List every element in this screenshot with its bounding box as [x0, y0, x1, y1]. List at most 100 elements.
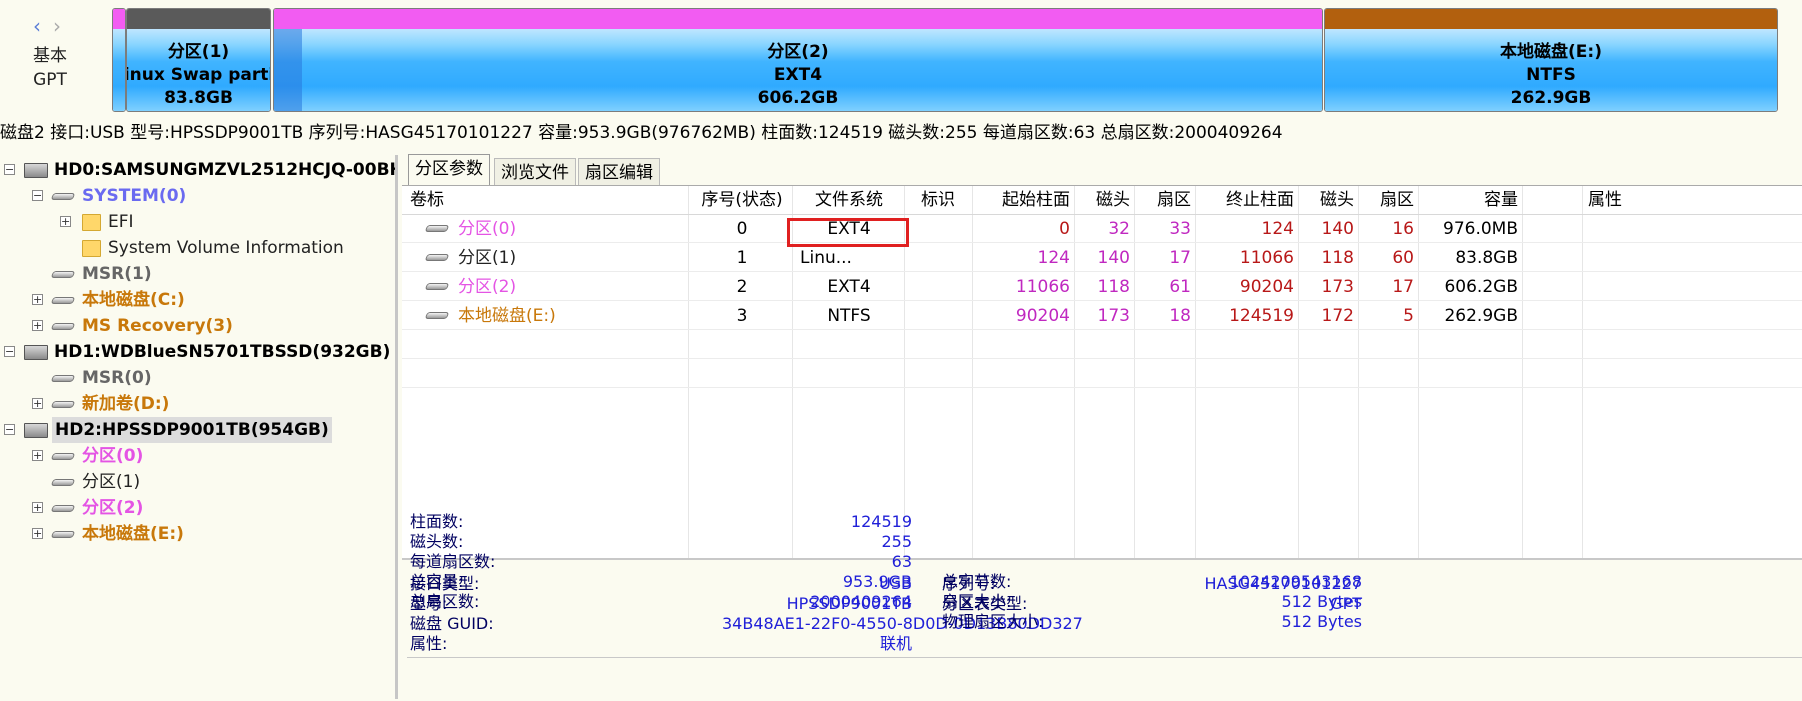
cell-start-sector: 33	[1169, 219, 1191, 239]
detail-value-total-capacity: 953.9GB	[842, 572, 912, 591]
detail-value-sector-size: 512 Bytes	[1281, 592, 1362, 611]
column-header-attributes[interactable]: 属性	[1588, 186, 1622, 214]
forward-arrow-icon[interactable]: ›	[48, 14, 68, 38]
cell-end-sector: 17	[1392, 277, 1414, 297]
tree-label: 分区(1)	[82, 472, 141, 492]
volume-icon	[50, 297, 76, 304]
cell-start-sector: 18	[1169, 306, 1191, 326]
collapse-icon[interactable]: −	[4, 346, 15, 357]
disk-segment-partition-0[interactable]	[112, 8, 126, 112]
segment-name: 本地磁盘(E:)	[1500, 42, 1602, 62]
cell-label: 分区(0)	[458, 219, 517, 239]
expand-icon[interactable]: +	[32, 450, 43, 461]
volume-icon	[50, 453, 76, 460]
column-header-start-cylinder[interactable]: 起始柱面	[974, 186, 1070, 214]
column-header-capacity[interactable]: 容量	[1418, 186, 1518, 214]
column-header-end-cylinder[interactable]: 终止柱面	[1195, 186, 1294, 214]
expand-icon[interactable]: +	[32, 320, 43, 331]
segment-name: 分区(1)	[167, 42, 230, 62]
cell-start-head: 140	[1097, 248, 1130, 268]
column-header-start-head[interactable]: 磁头	[1074, 186, 1130, 214]
volume-icon	[50, 505, 76, 512]
cell-capacity: 976.0MB	[1443, 219, 1518, 239]
cell-start-head: 173	[1097, 306, 1130, 326]
volume-icon	[50, 193, 76, 200]
cell-index: 0	[736, 219, 748, 239]
cell-index: 1	[736, 248, 748, 268]
cell-end-sector: 5	[1403, 306, 1414, 326]
cell-end-head: 118	[1321, 248, 1354, 268]
column-header-start-sector[interactable]: 扇区	[1134, 186, 1191, 214]
cell-filesystem: Linu...	[800, 248, 852, 268]
cell-filesystem: NTFS	[827, 306, 871, 326]
column-header-end-head[interactable]: 磁头	[1298, 186, 1354, 214]
tree-label: EFI	[108, 212, 134, 232]
disk-type-gpt: GPT	[33, 70, 67, 90]
tree-node-hd0[interactable]: − HD0:SAMSUNGMZVL2512HCJQ-00BH	[0, 157, 395, 183]
expand-icon[interactable]: +	[32, 528, 43, 539]
expand-icon[interactable]: +	[60, 216, 71, 227]
volume-icon	[50, 375, 76, 382]
disk-map-bar: ‹› 基本 GPT 分区(1) Linux Swap partition 83.…	[0, 0, 1802, 122]
expand-icon[interactable]: +	[32, 294, 43, 305]
collapse-icon[interactable]: −	[4, 424, 15, 435]
tab-partition-params[interactable]: 分区参数	[408, 154, 490, 187]
detail-label-total-sectors: 总扇区数:	[410, 592, 480, 611]
collapse-icon[interactable]: −	[32, 190, 43, 201]
detail-label-total-capacity: 总容量:	[410, 572, 464, 591]
cell-label: 分区(2)	[458, 277, 517, 297]
detail-label-sectors-per-track: 每道扇区数:	[410, 552, 496, 571]
segment-body	[113, 29, 125, 111]
row-divider	[402, 387, 1802, 388]
volume-icon	[50, 531, 76, 538]
segment-fs: Linux Swap partition	[127, 65, 270, 85]
back-arrow-icon[interactable]: ‹	[28, 14, 48, 38]
volume-icon	[50, 271, 76, 278]
disk-segment-partition-2[interactable]: 分区(2) EXT4 606.2GB	[273, 8, 1323, 112]
volume-icon	[424, 283, 450, 290]
tab-browse-files[interactable]: 浏览文件	[494, 158, 576, 186]
column-header-label[interactable]: 卷标	[410, 186, 444, 214]
column-header-id[interactable]: 标识	[904, 186, 972, 214]
disk-segment-partition-1[interactable]: 分区(1) Linux Swap partition 83.8GB	[126, 8, 271, 112]
disk-segment-local-disk-e[interactable]: 本地磁盘(E:) NTFS 262.9GB	[1324, 8, 1778, 112]
cell-end-sector: 60	[1392, 248, 1414, 268]
tree-label: MSR(0)	[82, 368, 152, 388]
tab-sector-edit[interactable]: 扇区编辑	[578, 158, 660, 186]
tree-label: SYSTEM(0)	[82, 186, 187, 206]
cell-end-cylinder: 90204	[1239, 277, 1294, 297]
cell-start-cylinder: 90204	[1015, 306, 1070, 326]
tree-label: 分区(2)	[82, 498, 144, 518]
disk-type-basic: 基本	[33, 46, 67, 66]
folder-icon	[82, 240, 101, 257]
tree-label: 新加卷(D:)	[82, 394, 170, 414]
detail-value-physical-sector-size: 512 Bytes	[1281, 612, 1362, 631]
detail-value-total-sectors: 2000409264	[810, 592, 912, 611]
collapse-icon[interactable]: −	[4, 164, 15, 175]
cell-end-cylinder: 124	[1261, 219, 1294, 239]
detail-label-cylinders: 柱面数:	[410, 512, 464, 531]
segment-size: 606.2GB	[757, 88, 839, 108]
cell-start-head: 118	[1097, 277, 1130, 297]
hard-disk-icon	[24, 163, 48, 178]
partition-table: 卷标 序号(状态) 文件系统 标识 起始柱面 磁头 扇区 终止柱面 磁头 扇区 …	[402, 185, 1802, 559]
cell-capacity: 606.2GB	[1444, 277, 1518, 297]
detail-value-total-bytes: 1024209543168	[1229, 572, 1362, 591]
column-header-index[interactable]: 序号(状态)	[692, 186, 792, 214]
column-header-end-sector[interactable]: 扇区	[1358, 186, 1414, 214]
hard-disk-icon	[24, 423, 48, 438]
segment-cap	[1325, 9, 1777, 29]
cell-capacity: 262.9GB	[1444, 306, 1518, 326]
detail-value-sectors-per-track: 63	[891, 552, 912, 571]
segment-fs: EXT4	[773, 65, 823, 85]
detail-value-heads: 255	[881, 532, 912, 551]
segment-text: 分区(1) Linux Swap partition 83.8GB	[127, 41, 270, 110]
segment-cap	[113, 9, 125, 29]
volume-icon	[424, 254, 450, 261]
expand-icon[interactable]: +	[32, 398, 43, 409]
cell-start-sector: 17	[1169, 248, 1191, 268]
cell-start-sector: 61	[1169, 277, 1191, 297]
expand-icon[interactable]: +	[32, 502, 43, 513]
column-header-filesystem[interactable]: 文件系统	[794, 186, 904, 214]
cell-start-head: 32	[1108, 219, 1130, 239]
